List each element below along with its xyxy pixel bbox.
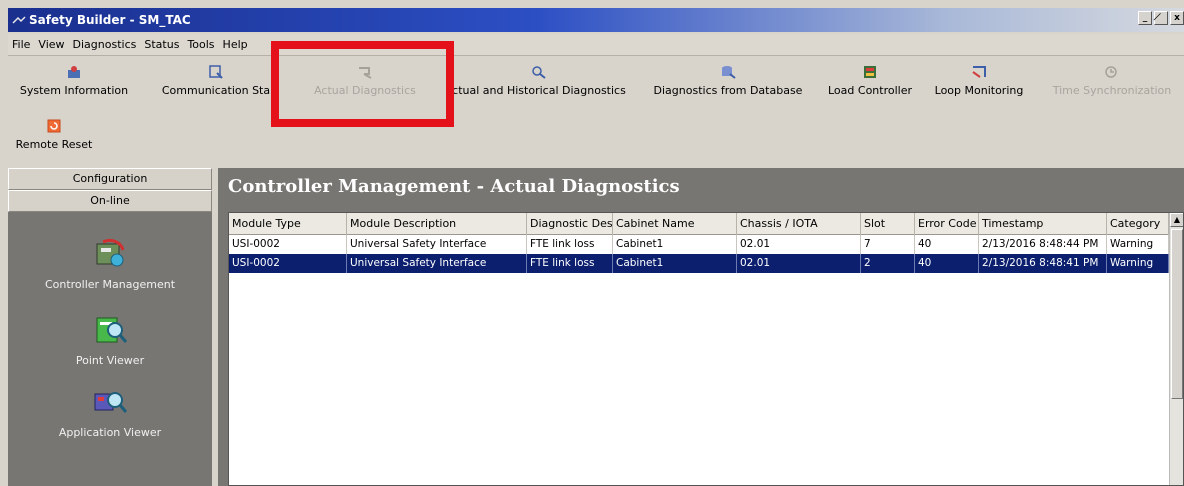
remote-reset-button[interactable]: Remote Reset <box>10 116 98 160</box>
remote-reset-icon <box>47 119 61 133</box>
cell-chassis-iota: 02.01 <box>737 254 861 273</box>
application-viewer-icon <box>94 392 128 413</box>
load-controller-icon <box>864 66 876 78</box>
nav-item-controller-management[interactable]: Controller Management <box>8 238 212 291</box>
cell-module-description: Universal Safety Interface <box>347 235 527 254</box>
cell-category: Warning <box>1107 254 1169 273</box>
table-header: Module Type Module Description Diagnosti… <box>229 213 1183 235</box>
menu-view[interactable]: View <box>34 38 68 51</box>
actual-historical-diagnostics-button[interactable]: ctual and Historical Diagnostics <box>444 58 634 114</box>
cell-cabinet-name: Cabinet1 <box>613 254 737 273</box>
time-synchronization-button[interactable]: Time Synchronization <box>1044 58 1180 114</box>
controller-management-icon <box>96 238 125 267</box>
cell-slot: 7 <box>861 235 915 254</box>
column-header-chassis-iota[interactable]: Chassis / IOTA <box>737 213 861 235</box>
scroll-thumb[interactable] <box>1171 229 1183 399</box>
column-header-category[interactable]: Category <box>1107 213 1169 235</box>
restore-button[interactable]: ̸ <box>1154 11 1168 25</box>
diagnostics-table: Module Type Module Description Diagnosti… <box>228 212 1184 486</box>
cell-module-type: USI-0002 <box>229 254 347 273</box>
cell-error-code: 40 <box>915 254 979 273</box>
column-header-diagnostic-desc[interactable]: Diagnostic Desc <box>527 213 613 235</box>
system-information-icon <box>68 66 80 78</box>
table-row-selected[interactable]: USI-0002 Universal Safety Interface FTE … <box>229 254 1169 273</box>
window-controls: _ ̸ x <box>1138 11 1184 25</box>
column-header-slot[interactable]: Slot <box>861 213 915 235</box>
tab-configuration[interactable]: Configuration <box>8 168 212 190</box>
nav-item-label: Application Viewer <box>58 426 162 439</box>
cell-error-code: 40 <box>915 235 979 254</box>
cell-diagnostic-desc: FTE link loss <box>527 254 613 273</box>
time-sync-icon <box>1105 66 1117 78</box>
column-header-module-type[interactable]: Module Type <box>229 213 347 235</box>
app-icon <box>12 16 26 24</box>
toolbar-row-2: Remote Reset <box>8 116 1184 162</box>
diagnostics-from-database-button[interactable]: Diagnostics from Database <box>644 58 812 114</box>
nav-item-label: Controller Management <box>44 278 176 291</box>
cell-module-description: Universal Safety Interface <box>347 254 527 273</box>
vertical-scrollbar[interactable]: ▲ <box>1169 213 1183 485</box>
column-header-timestamp[interactable]: Timestamp <box>979 213 1107 235</box>
communication-status-button[interactable]: Communication Sta <box>156 58 276 114</box>
menu-bar: File View Diagnostics Status Tools Help <box>8 34 1184 56</box>
menu-status[interactable]: Status <box>140 38 183 51</box>
cell-cabinet-name: Cabinet1 <box>613 235 737 254</box>
menu-diagnostics[interactable]: Diagnostics <box>69 38 141 51</box>
page-title: Controller Management - Actual Diagnosti… <box>228 176 680 197</box>
historical-diagnostics-icon <box>532 66 546 79</box>
loop-monitoring-button[interactable]: Loop Monitoring <box>926 58 1032 114</box>
load-controller-button[interactable]: Load Controller <box>822 58 918 114</box>
column-header-cabinet-name[interactable]: Cabinet Name <box>613 213 737 235</box>
nav-item-application-viewer[interactable]: Application Viewer <box>8 386 212 439</box>
column-header-module-description[interactable]: Module Description <box>347 213 527 235</box>
nav-item-label: Point Viewer <box>75 354 145 367</box>
cell-module-type: USI-0002 <box>229 235 347 254</box>
nav-item-point-viewer[interactable]: Point Viewer <box>8 314 212 367</box>
close-button[interactable]: x <box>1170 11 1184 25</box>
title-bar: Safety Builder - SM_TAC _ ̸ x <box>8 8 1184 32</box>
cell-chassis-iota: 02.01 <box>737 235 861 254</box>
tab-online[interactable]: On-line <box>8 190 212 212</box>
scroll-up-arrow-icon[interactable]: ▲ <box>1170 213 1183 227</box>
highlight-box <box>271 41 454 127</box>
system-information-button[interactable]: System Information <box>14 58 134 114</box>
toolbar: System Information Communication Sta Act… <box>8 58 1184 116</box>
content-panel: Controller Management - Actual Diagnosti… <box>218 168 1184 486</box>
cell-slot: 2 <box>861 254 915 273</box>
menu-help[interactable]: Help <box>219 38 252 51</box>
cell-timestamp: 2/13/2016 8:48:44 PM <box>979 235 1107 254</box>
communication-status-icon <box>209 65 223 79</box>
cell-timestamp: 2/13/2016 8:48:41 PM <box>979 254 1107 273</box>
cell-category: Warning <box>1107 235 1169 254</box>
menu-file[interactable]: File <box>8 38 34 51</box>
window-title: Safety Builder - SM_TAC <box>29 13 191 27</box>
cell-diagnostic-desc: FTE link loss <box>527 235 613 254</box>
database-diagnostics-icon <box>722 66 736 79</box>
point-viewer-icon <box>96 317 128 343</box>
loop-monitoring-icon <box>972 66 986 78</box>
menu-tools[interactable]: Tools <box>183 38 218 51</box>
column-header-error-code[interactable]: Error Code <box>915 213 979 235</box>
table-row[interactable]: USI-0002 Universal Safety Interface FTE … <box>229 235 1169 254</box>
minimize-button[interactable]: _ <box>1138 11 1152 25</box>
navigator-pane: Configuration On-line Controller Managem… <box>8 168 212 486</box>
